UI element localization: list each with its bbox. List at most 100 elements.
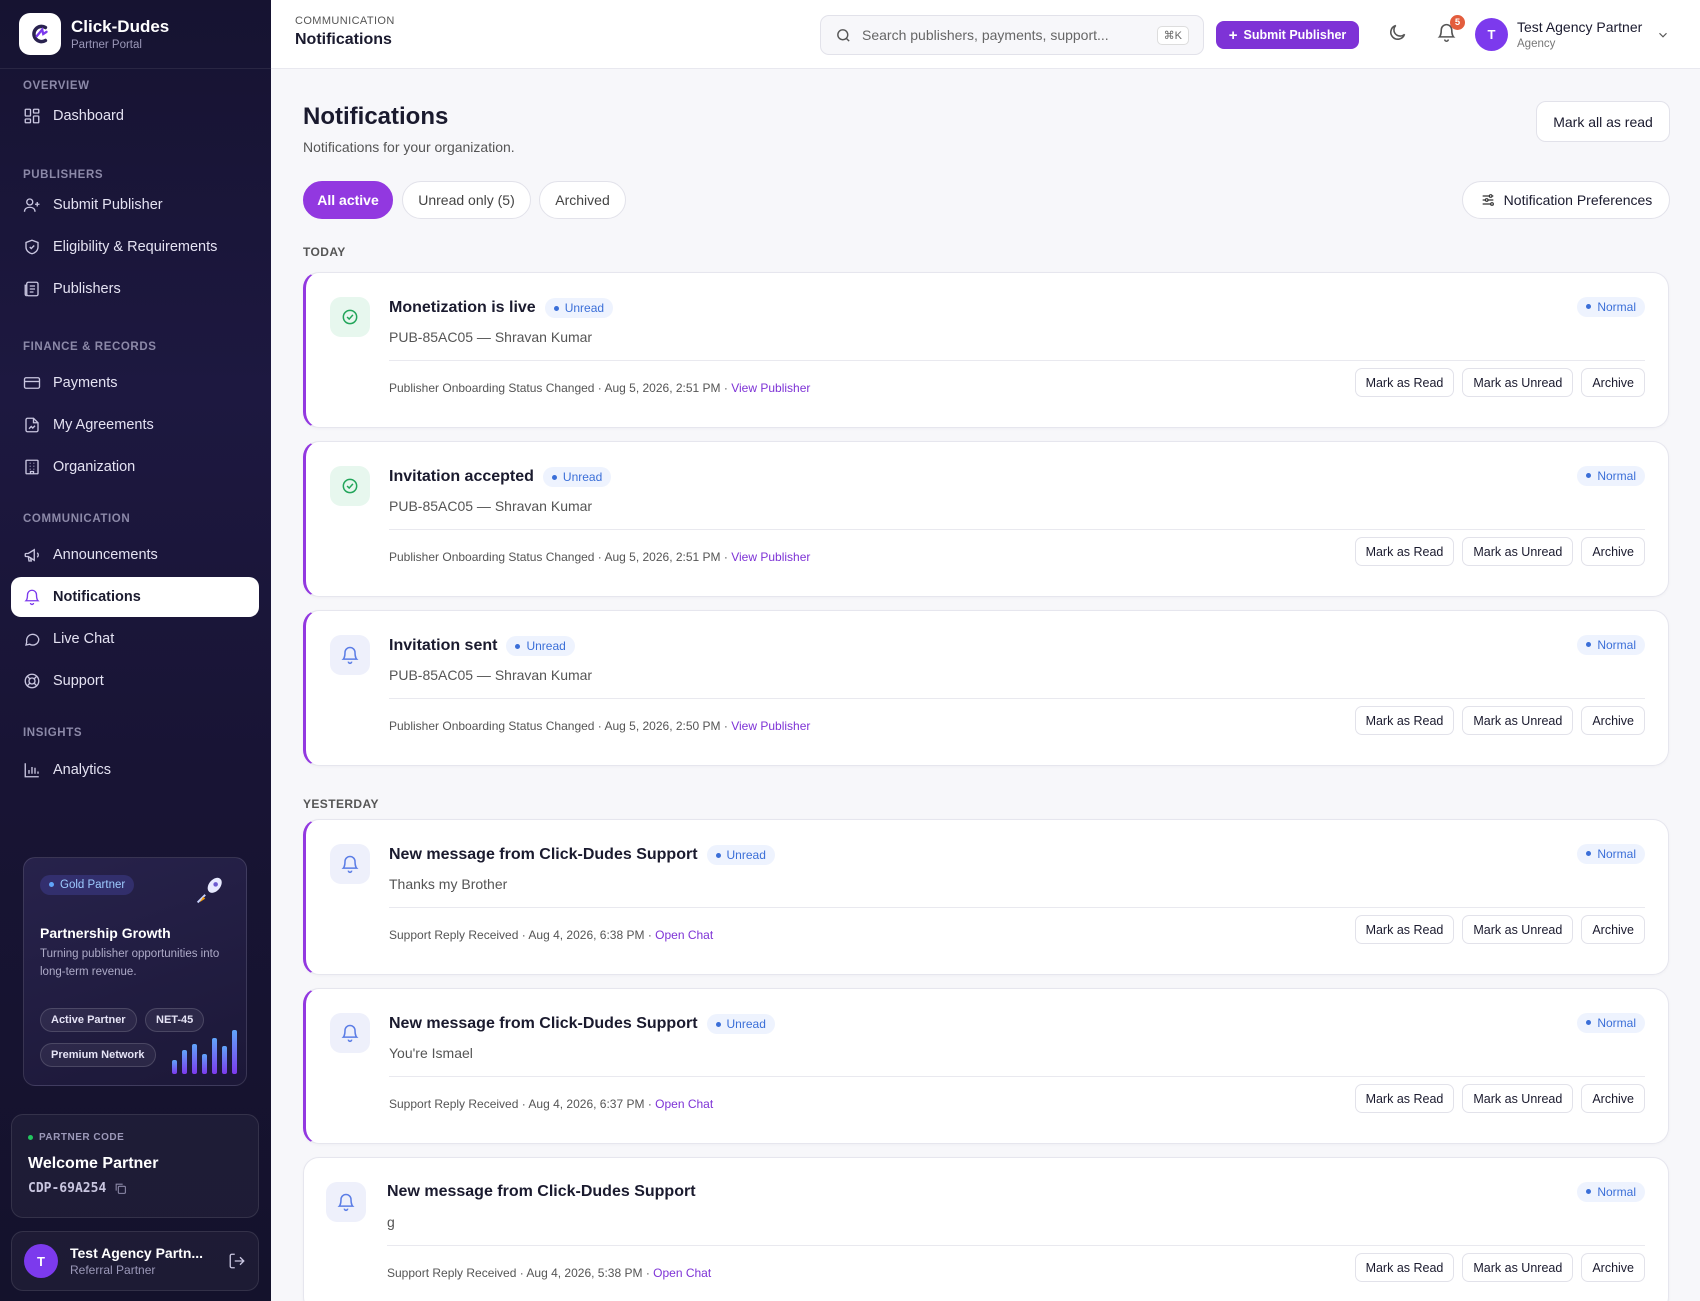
- sidebar-item-payments[interactable]: Payments: [11, 363, 259, 403]
- mark-all-read-button[interactable]: Mark all as read: [1536, 101, 1670, 142]
- notification-preferences-button[interactable]: Notification Preferences: [1462, 181, 1670, 219]
- view-publisher-link[interactable]: View Publisher: [731, 550, 810, 564]
- tab-archived[interactable]: Archived: [539, 181, 626, 219]
- sidebar-item-analytics[interactable]: Analytics: [11, 750, 259, 790]
- archive-button[interactable]: Archive: [1581, 537, 1645, 566]
- section-communication: COMMUNICATION: [23, 513, 131, 525]
- mark-as-unread-button[interactable]: Mark as Unread: [1462, 537, 1574, 566]
- notification-title: Monetization is live: [389, 299, 536, 316]
- archive-button[interactable]: Archive: [1581, 915, 1645, 944]
- global-search[interactable]: Search publishers, payments, support... …: [820, 15, 1204, 55]
- mark-as-read-button[interactable]: Mark as Read: [1354, 1253, 1455, 1282]
- notification-card[interactable]: Monetization is live Unread PUB-85AC05 — …: [303, 272, 1669, 428]
- check-circle-icon: [330, 466, 370, 506]
- notification-title: Invitation sent: [389, 637, 498, 654]
- notification-body: Thanks my Brother: [389, 876, 508, 892]
- check-circle-icon: [330, 297, 370, 337]
- notification-card[interactable]: Invitation accepted Unread PUB-85AC05 — S…: [303, 441, 1669, 597]
- header-user-name: Test Agency Partner: [1517, 19, 1643, 35]
- sidebar-item-organization[interactable]: Organization: [11, 447, 259, 487]
- archive-button[interactable]: Archive: [1581, 1084, 1645, 1113]
- sidebar-item-label: Notifications: [53, 589, 141, 605]
- bar-chart-icon: [24, 763, 39, 778]
- bell-icon: [330, 635, 370, 675]
- sidebar-item-publishers[interactable]: Publishers: [11, 269, 259, 309]
- mark-as-read-button[interactable]: Mark as Read: [1354, 368, 1455, 397]
- brand[interactable]: Click-Dudes Partner Portal: [0, 0, 271, 69]
- sidebar-item-notifications[interactable]: Notifications: [11, 577, 259, 617]
- logout-icon[interactable]: [228, 1252, 246, 1270]
- archive-button[interactable]: Archive: [1581, 1253, 1645, 1282]
- notification-card[interactable]: Invitation sent Unread PUB-85AC05 — Shrav…: [303, 610, 1669, 766]
- chip-active-partner: Active Partner: [40, 1008, 137, 1032]
- brand-name: Click-Dudes: [71, 16, 170, 36]
- sliders-icon: [1482, 194, 1494, 206]
- sidebar-item-label: Live Chat: [53, 631, 115, 647]
- tab-all-active[interactable]: All active: [303, 181, 393, 219]
- mark-as-unread-button[interactable]: Mark as Unread: [1462, 706, 1574, 735]
- search-input[interactable]: Search publishers, payments, support...: [862, 27, 1109, 43]
- sidebar-item-label: Announcements: [53, 547, 158, 563]
- mark-as-read-button[interactable]: Mark as Read: [1354, 537, 1455, 566]
- view-publisher-link[interactable]: View Publisher: [731, 719, 810, 733]
- sidebar: Click-Dudes Partner Portal OVERVIEW Dash…: [0, 0, 271, 1301]
- notification-card[interactable]: New message from Click-Dudes Support Unre…: [303, 988, 1669, 1144]
- divider: [389, 1076, 1645, 1077]
- copy-icon[interactable]: [114, 1182, 127, 1195]
- status-badge: Unread: [706, 1014, 775, 1034]
- avatar: T: [1475, 18, 1508, 51]
- notification-body: g: [387, 1214, 395, 1230]
- sidebar-item-label: Publishers: [53, 281, 121, 297]
- archive-button[interactable]: Archive: [1581, 706, 1645, 735]
- chip-premium-network: Premium Network: [40, 1043, 156, 1067]
- sidebar-item-submit-publisher[interactable]: Submit Publisher: [11, 185, 259, 225]
- status-badge: Unread: [542, 467, 612, 487]
- mark-as-unread-button[interactable]: Mark as Unread: [1462, 1253, 1574, 1282]
- divider: [387, 1245, 1645, 1246]
- sidebar-item-live-chat[interactable]: Live Chat: [11, 619, 259, 659]
- open-chat-link[interactable]: Open Chat: [655, 928, 713, 942]
- section-overview: OVERVIEW: [23, 80, 90, 92]
- moon-icon: [1390, 24, 1406, 40]
- notification-body: PUB-85AC05 — Shravan Kumar: [389, 667, 593, 683]
- mark-as-read-button[interactable]: Mark as Read: [1354, 706, 1455, 735]
- sidebar-item-label: Organization: [53, 459, 136, 475]
- sidebar-item-dashboard[interactable]: Dashboard: [11, 96, 259, 136]
- theme-toggle[interactable]: [1387, 22, 1411, 46]
- mark-as-unread-button[interactable]: Mark as Unread: [1462, 1084, 1574, 1113]
- header-user-role: Agency: [1517, 38, 1556, 50]
- mark-as-read-button[interactable]: Mark as Read: [1354, 1084, 1455, 1113]
- section-insights: INSIGHTS: [23, 727, 83, 739]
- notification-card[interactable]: New message from Click-Dudes Support g N…: [303, 1157, 1669, 1301]
- sidebar-user-role: Referral Partner: [70, 1263, 156, 1277]
- sidebar-user-name: Test Agency Partn...: [70, 1245, 204, 1261]
- mark-as-read-button[interactable]: Mark as Read: [1354, 915, 1455, 944]
- submit-publisher-button[interactable]: + Submit Publisher: [1216, 21, 1359, 49]
- mark-as-unread-button[interactable]: Mark as Unread: [1462, 368, 1574, 397]
- user-menu[interactable]: T Test Agency Partner Agency: [1475, 18, 1670, 51]
- plus-icon: +: [1228, 26, 1238, 44]
- page-title: Notifications: [303, 103, 449, 130]
- promo-text: Turning publisher opportunities into lon…: [40, 947, 220, 979]
- sidebar-item-agreements[interactable]: My Agreements: [11, 405, 259, 445]
- open-chat-link[interactable]: Open Chat: [655, 1097, 713, 1111]
- sidebar-item-eligibility[interactable]: Eligibility & Requirements: [11, 227, 259, 267]
- archive-button[interactable]: Archive: [1581, 368, 1645, 397]
- tab-unread-only[interactable]: Unread only (5): [402, 181, 531, 219]
- mark-as-unread-button[interactable]: Mark as Unread: [1462, 915, 1574, 944]
- notifications-bell[interactable]: 5: [1436, 15, 1465, 46]
- section-finance: FINANCE & RECORDS: [23, 341, 157, 353]
- sidebar-item-announcements[interactable]: Announcements: [11, 535, 259, 575]
- search-shortcut: ⌘K: [1156, 25, 1189, 45]
- view-publisher-link[interactable]: View Publisher: [731, 381, 810, 395]
- bell-icon: [330, 844, 370, 884]
- newspaper-icon: [24, 281, 39, 297]
- sidebar-item-label: Support: [53, 673, 104, 689]
- sidebar-user-card[interactable]: T Test Agency Partn... Referral Partner: [11, 1231, 259, 1291]
- partner-code-value: CDP-69A254: [28, 1181, 107, 1196]
- notification-meta: Support Reply Received · Aug 4, 2026, 5:…: [387, 1266, 654, 1280]
- notification-card[interactable]: New message from Click-Dudes Support Unre…: [303, 819, 1669, 975]
- open-chat-link[interactable]: Open Chat: [653, 1266, 711, 1280]
- avatar: T: [24, 1244, 58, 1278]
- sidebar-item-support[interactable]: Support: [11, 661, 259, 701]
